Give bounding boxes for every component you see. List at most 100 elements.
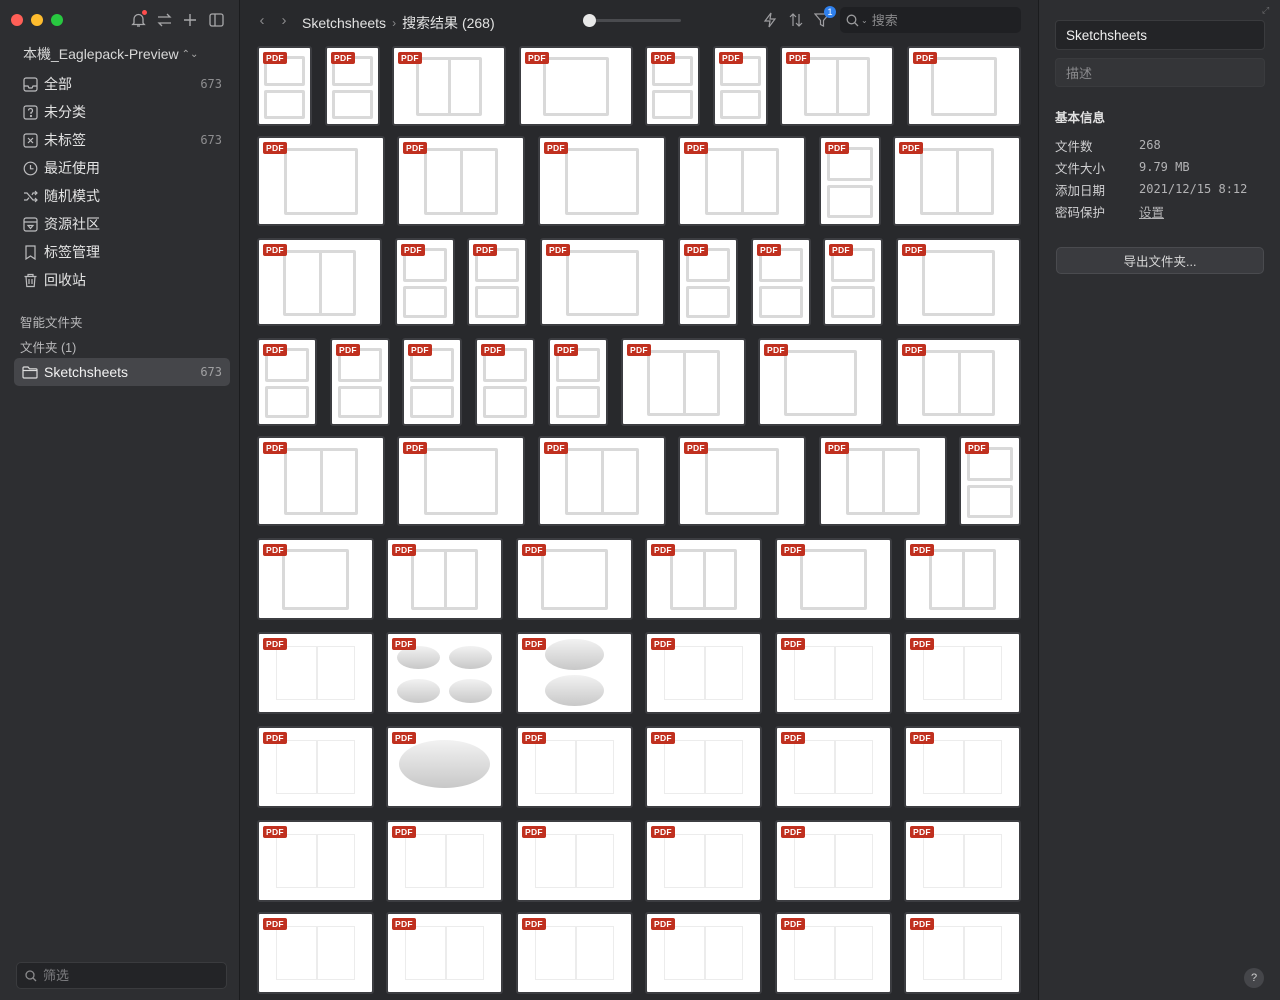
thumbnail-card[interactable]: PDF bbox=[904, 632, 1021, 714]
thumbnail-card[interactable]: PDF bbox=[516, 632, 633, 714]
zoom-window-button[interactable] bbox=[51, 14, 63, 26]
thumbnail-card[interactable]: PDF bbox=[257, 912, 374, 994]
thumbnail-card[interactable]: PDF bbox=[257, 136, 385, 226]
thumbnail-card[interactable]: PDF bbox=[516, 820, 633, 902]
library-switcher[interactable]: 本機_Eaglepack-Preview ⌃⌄ bbox=[23, 44, 198, 64]
sidebar-item-tag-manager[interactable]: 标签管理 bbox=[14, 238, 230, 266]
thumbnail-card[interactable]: PDF bbox=[475, 338, 535, 426]
password-setup-link[interactable]: 设置 bbox=[1139, 202, 1164, 221]
chevron-down-icon[interactable]: ⌄ bbox=[861, 16, 868, 25]
thumbnail-card[interactable]: PDF bbox=[257, 46, 312, 126]
thumbnail-card[interactable]: PDF bbox=[819, 136, 881, 226]
export-folder-button[interactable]: 导出文件夹... bbox=[1056, 247, 1264, 274]
folder-item-sketchsheets[interactable]: Sketchsheets 673 bbox=[14, 358, 230, 386]
thumbnail-card[interactable]: PDF bbox=[516, 912, 633, 994]
sidebar-item-community[interactable]: 资源社区 bbox=[14, 210, 230, 238]
thumbnail-card[interactable]: PDF bbox=[896, 238, 1021, 326]
sidebar-item-recent[interactable]: 最近使用 bbox=[14, 154, 230, 182]
thumbnail-card[interactable]: PDF bbox=[645, 912, 762, 994]
sidebar-item-untagged[interactable]: 未标签 673 bbox=[14, 126, 230, 154]
thumbnail-card[interactable]: PDF bbox=[678, 136, 806, 226]
thumbnail-card[interactable]: PDF bbox=[325, 46, 380, 126]
sync-icon[interactable] bbox=[156, 11, 172, 29]
thumbnail-card[interactable]: PDF bbox=[896, 338, 1021, 426]
sidebar-item-uncategorized[interactable]: 未分类 bbox=[14, 98, 230, 126]
thumbnail-card[interactable]: PDF bbox=[257, 436, 385, 526]
thumbnail-card[interactable]: PDF bbox=[397, 136, 525, 226]
sidebar-item-random[interactable]: 随机模式 bbox=[14, 182, 230, 210]
expand-icon[interactable]: ⤢ bbox=[1262, 5, 1272, 15]
smart-folders-heading[interactable]: 智能文件夹 bbox=[20, 312, 83, 331]
thumbnail-card[interactable]: PDF bbox=[904, 820, 1021, 902]
thumbnail-card[interactable]: PDF bbox=[645, 538, 762, 620]
thumbnail-card[interactable]: PDF bbox=[751, 238, 811, 326]
thumbnail-card[interactable]: PDF bbox=[645, 46, 700, 126]
thumbnail-card[interactable]: PDF bbox=[257, 632, 374, 714]
thumbnail-card[interactable]: PDF bbox=[257, 726, 374, 808]
thumbnail-card[interactable]: PDF bbox=[467, 238, 527, 326]
thumbnail-card[interactable]: PDF bbox=[386, 538, 503, 620]
help-button[interactable]: ? bbox=[1244, 968, 1264, 988]
thumbnail-card[interactable]: PDF bbox=[678, 238, 738, 326]
thumbnail-card[interactable]: PDF bbox=[823, 238, 883, 326]
thumbnail-card[interactable]: PDF bbox=[402, 338, 462, 426]
search-input[interactable] bbox=[871, 12, 1012, 28]
thumbnail-card[interactable]: PDF bbox=[257, 338, 317, 426]
thumbnail-card[interactable]: PDF bbox=[397, 436, 525, 526]
thumbnail-card[interactable]: PDF bbox=[386, 820, 503, 902]
thumbnail-card[interactable]: PDF bbox=[257, 538, 374, 620]
thumbnail-size-slider[interactable] bbox=[583, 14, 681, 27]
thumbnail-card[interactable]: PDF bbox=[645, 820, 762, 902]
thumbnail-card[interactable]: PDF bbox=[548, 338, 608, 426]
thumbnail-card[interactable]: PDF bbox=[645, 632, 762, 714]
thumbnail-card[interactable]: PDF bbox=[330, 338, 390, 426]
thumbnail-card[interactable]: PDF bbox=[904, 538, 1021, 620]
thumbnail-card[interactable]: PDF bbox=[386, 912, 503, 994]
thumbnail-card[interactable]: PDF bbox=[519, 46, 633, 126]
thumbnail-card[interactable]: PDF bbox=[678, 436, 806, 526]
thumbnail-card[interactable]: PDF bbox=[893, 136, 1021, 226]
thumbnail-card[interactable]: PDF bbox=[645, 726, 762, 808]
thumbnail-card[interactable]: PDF bbox=[907, 46, 1021, 126]
thumbnail-card[interactable]: PDF bbox=[713, 46, 768, 126]
thumbnail-card[interactable]: PDF bbox=[621, 338, 746, 426]
breadcrumb-root[interactable]: Sketchsheets bbox=[302, 15, 386, 31]
search-box[interactable]: ⌄ bbox=[840, 7, 1021, 33]
close-window-button[interactable] bbox=[11, 14, 23, 26]
toggle-sidebar-icon[interactable] bbox=[208, 11, 224, 29]
thumbnail-card[interactable]: PDF bbox=[538, 136, 666, 226]
thumbnail-card[interactable]: PDF bbox=[386, 632, 503, 714]
thumbnail-card[interactable]: PDF bbox=[395, 238, 455, 326]
thumbnail-card[interactable]: PDF bbox=[819, 436, 947, 526]
thumbnail-card[interactable]: PDF bbox=[386, 726, 503, 808]
folder-title-field[interactable]: Sketchsheets bbox=[1055, 20, 1265, 50]
folders-heading[interactable]: 文件夹 (1) bbox=[20, 337, 76, 356]
thumbnail-card[interactable]: PDF bbox=[775, 820, 892, 902]
thumbnail-card[interactable]: PDF bbox=[516, 538, 633, 620]
thumbnail-card[interactable]: PDF bbox=[538, 436, 666, 526]
thumbnail-card[interactable]: PDF bbox=[904, 726, 1021, 808]
thumbnail-card[interactable]: PDF bbox=[904, 912, 1021, 994]
filter-input[interactable] bbox=[43, 968, 213, 983]
minimize-window-button[interactable] bbox=[31, 14, 43, 26]
description-field[interactable]: 描述 bbox=[1055, 58, 1265, 87]
add-icon[interactable] bbox=[182, 11, 198, 29]
sidebar-item-trash[interactable]: 回收站 bbox=[14, 266, 230, 294]
thumbnail-card[interactable]: PDF bbox=[775, 726, 892, 808]
thumbnail-card[interactable]: PDF bbox=[540, 238, 665, 326]
thumbnail-card[interactable]: PDF bbox=[959, 436, 1021, 526]
slider-knob[interactable] bbox=[583, 14, 596, 27]
sort-icon[interactable] bbox=[787, 11, 805, 29]
thumbnail-card[interactable]: PDF bbox=[257, 820, 374, 902]
thumbnail-card[interactable]: PDF bbox=[775, 538, 892, 620]
sidebar-item-all[interactable]: 全部 673 bbox=[14, 70, 230, 98]
thumbnail-card[interactable]: PDF bbox=[775, 912, 892, 994]
thumbnail-card[interactable]: PDF bbox=[392, 46, 506, 126]
bell-icon[interactable] bbox=[130, 10, 147, 29]
back-icon[interactable]: ‹ bbox=[254, 11, 270, 29]
filter-icon[interactable]: 1 bbox=[813, 6, 836, 29]
thumbnail-card[interactable]: PDF bbox=[516, 726, 633, 808]
forward-icon[interactable]: › bbox=[276, 11, 292, 29]
thumbnail-card[interactable]: PDF bbox=[780, 46, 894, 126]
thumbnail-card[interactable]: PDF bbox=[758, 338, 883, 426]
